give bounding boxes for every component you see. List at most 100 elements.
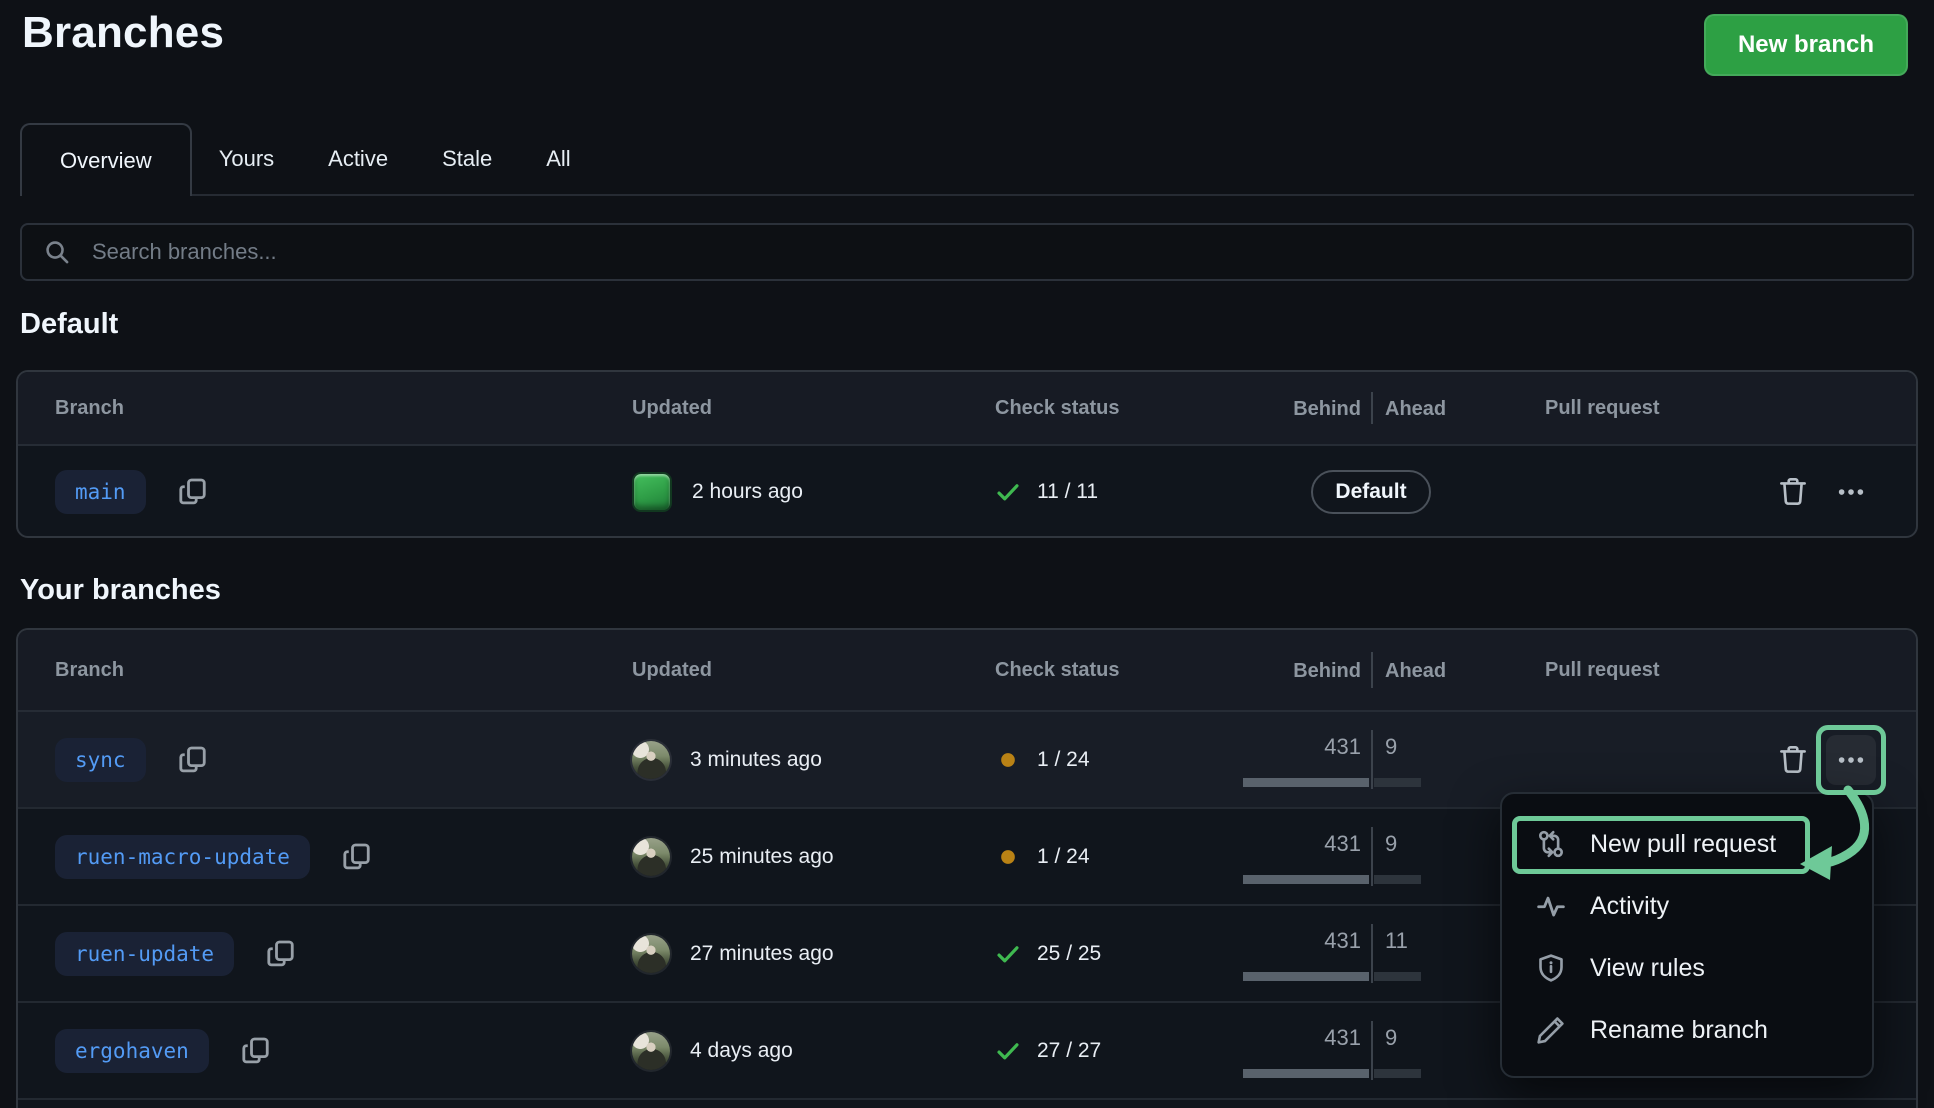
behind-count: 431 [1324,1025,1361,1051]
behind-ahead-cell: 431 9 [1241,1003,1501,1098]
avatar[interactable] [632,741,670,779]
your-branches-section-heading: Your branches [20,574,221,607]
menu-item-rename-branch[interactable]: Rename branch [1502,999,1872,1061]
avatar[interactable] [632,935,670,973]
new-branch-button[interactable]: New branch [1704,14,1908,76]
behind-bar [1243,778,1369,787]
copy-branch-name-icon[interactable] [178,477,208,507]
menu-item-label: Rename branch [1590,1016,1768,1045]
tab-all[interactable]: All [519,123,597,194]
updated-text: 4 days ago [690,1039,793,1063]
check-count[interactable]: 1 / 24 [1037,748,1090,772]
ahead-bar [1374,778,1421,787]
branch-name-chip[interactable]: main [55,470,146,514]
behind-bar [1243,1069,1369,1078]
branch-name-chip[interactable]: ergohaven [55,1029,209,1073]
search-icon [44,239,70,265]
menu-item-label: View rules [1590,954,1705,983]
column-header-check-status: Check status [995,630,1241,710]
ahead-bar [1374,875,1421,884]
default-branch-table: Branch Updated Check status Behind Ahead… [16,370,1918,538]
check-pending-icon[interactable] [995,844,1021,870]
search-branches-input[interactable] [90,238,1890,266]
pull-request-cell [1501,446,1681,538]
branch-name-chip[interactable]: ruen-update [55,932,234,976]
default-section-heading: Default [20,308,118,341]
delete-branch-icon[interactable] [1778,477,1808,507]
column-header-check-status: Check status [995,372,1241,444]
menu-item-view-rules[interactable]: View rules [1502,937,1872,999]
copy-branch-name-icon[interactable] [178,745,208,775]
check-pending-icon[interactable] [995,747,1021,773]
branch-options-context-menu: New pull request Activity View rules Ren… [1500,792,1874,1078]
ahead-bar [1374,972,1421,981]
ahead-count: 9 [1385,734,1397,760]
ahead-count: 9 [1385,831,1397,857]
menu-item-label: New pull request [1590,830,1776,859]
check-count[interactable]: 27 / 27 [1037,1039,1101,1063]
branch-name-chip[interactable]: ruen-macro-update [55,835,310,879]
column-header-pull-request: Pull request [1501,630,1681,710]
column-header-branch: Branch [18,372,632,444]
branch-options-kebab-button[interactable] [1826,735,1876,785]
tab-yours-label: Yours [219,146,274,172]
pulse-icon [1536,891,1566,921]
column-header-ahead: Ahead [1385,660,1446,683]
search-branches-box[interactable] [20,223,1914,281]
updated-text: 27 minutes ago [690,942,834,966]
column-header-updated: Updated [632,630,995,710]
copy-branch-name-icon[interactable] [266,939,296,969]
check-success-icon[interactable] [995,1038,1021,1064]
updated-text: 25 minutes ago [690,845,834,869]
table-header: Branch Updated Check status Behind Ahead… [18,630,1916,712]
page-title: Branches [22,8,224,58]
menu-item-label: Activity [1590,892,1669,921]
behind-count: 431 [1324,734,1361,760]
kebab-icon [1836,477,1866,507]
tab-all-label: All [546,146,570,172]
tab-active[interactable]: Active [301,123,415,194]
behind-bar [1243,875,1369,884]
copy-branch-name-icon[interactable] [241,1036,271,1066]
tab-overview[interactable]: Overview [20,123,192,196]
table-header: Branch Updated Check status Behind Ahead… [18,372,1916,446]
table-row-main: main 2 hours ago 11 / 11 Default [18,446,1916,538]
behind-bar [1243,972,1369,981]
branch-name-chip[interactable]: sync [55,738,146,782]
check-success-icon[interactable] [995,479,1021,505]
avatar[interactable] [632,1032,670,1070]
behind-ahead-cell: 431 9 [1241,712,1501,807]
delete-branch-icon[interactable] [1778,745,1808,775]
avatar[interactable] [632,838,670,876]
check-success-icon[interactable] [995,941,1021,967]
branch-options-kebab-button[interactable] [1826,467,1876,517]
shield-icon [1536,953,1566,983]
tab-overview-label: Overview [60,148,152,174]
column-header-ahead: Ahead [1385,398,1446,421]
pencil-icon [1536,1015,1566,1045]
check-count[interactable]: 25 / 25 [1037,942,1101,966]
ahead-count: 11 [1385,928,1408,954]
behind-ahead-cell: 431 9 [1241,809,1501,904]
behind-ahead-cell: 431 11 [1241,906,1501,1001]
behind-count: 431 [1324,831,1361,857]
tab-bar: Overview Yours Active Stale All [20,123,1914,196]
tab-yours[interactable]: Yours [192,123,301,194]
behind-ahead-divider [1371,392,1373,424]
check-count[interactable]: 1 / 24 [1037,845,1090,869]
menu-item-activity[interactable]: Activity [1502,875,1872,937]
avatar[interactable] [632,472,672,512]
column-header-branch: Branch [18,630,632,710]
menu-item-new-pull-request[interactable]: New pull request [1502,813,1872,875]
ahead-bar [1374,1069,1421,1078]
tab-stale-label: Stale [442,146,492,172]
ahead-count: 9 [1385,1025,1397,1051]
copy-branch-name-icon[interactable] [342,842,372,872]
column-header-pull-request: Pull request [1501,372,1681,444]
column-header-behind: Behind [1293,398,1361,421]
git-compare-icon [1536,829,1566,859]
kebab-icon [1836,745,1866,775]
tab-active-label: Active [328,146,388,172]
check-count[interactable]: 11 / 11 [1037,480,1098,504]
tab-stale[interactable]: Stale [415,123,519,194]
